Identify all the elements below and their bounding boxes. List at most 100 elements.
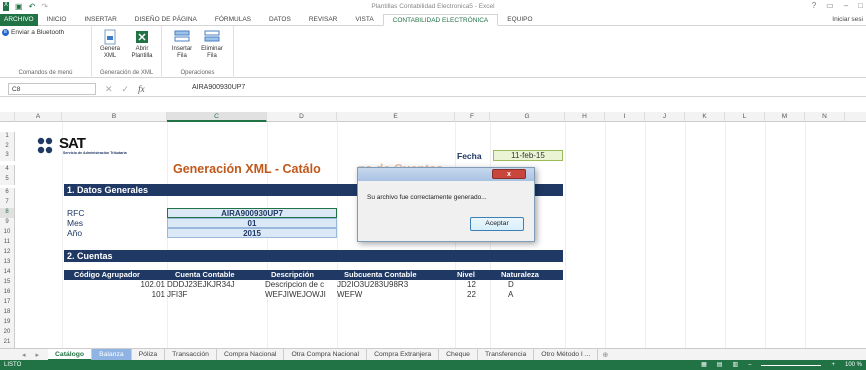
row-header[interactable]: 6 (0, 188, 15, 198)
rfc-value[interactable]: AIRA900930UP7 (167, 208, 337, 218)
add-sheet-icon[interactable]: ⊕ (602, 351, 608, 359)
window-controls: ? ▭ – □ (812, 1, 863, 10)
eliminar-fila-button[interactable]: Eliminar Fila (200, 29, 224, 60)
sheet-tab-compra-nacional[interactable]: Compra Nacional (217, 348, 285, 361)
bluetooth-button[interactable]: ʙ Enviar a Bluetooth (2, 29, 64, 36)
column-header[interactable]: M (765, 112, 805, 122)
tab-diseno[interactable]: DISEÑO DE PÁGINA (126, 14, 206, 26)
sheet-next-icon[interactable]: ▸ (36, 351, 40, 359)
row-header[interactable]: 11 (0, 238, 15, 248)
maximize-icon[interactable]: □ (858, 1, 863, 10)
row-header[interactable]: 1 (0, 132, 15, 142)
tab-revisar[interactable]: REVISAR (300, 14, 347, 26)
sheet-prev-icon[interactable]: ◂ (22, 351, 26, 359)
aceptar-button[interactable]: Aceptar (470, 217, 524, 231)
help-icon[interactable]: ? (812, 1, 816, 10)
dialog-close-button[interactable]: x (492, 169, 526, 179)
select-all-corner[interactable] (0, 112, 15, 122)
column-header[interactable]: A (15, 112, 62, 122)
cancel-icon[interactable]: ✕ (105, 84, 113, 95)
row-header[interactable]: 18 (0, 308, 15, 318)
row-header[interactable]: 14 (0, 268, 15, 278)
column-header[interactable]: H (565, 112, 605, 122)
table-cell-codigo[interactable]: 101 (135, 290, 165, 299)
zoom-slider[interactable] (761, 364, 822, 366)
zoom-out-icon[interactable]: – (748, 360, 751, 370)
formula-input[interactable]: AIRA900930UP7 (192, 84, 245, 91)
sheet-tab-otra-compra[interactable]: Otra Compra Nacional (284, 348, 368, 361)
zoom-level[interactable]: 100 % (845, 360, 862, 370)
sheet-tab-transferencia[interactable]: Transferencia (478, 348, 535, 361)
tab-insertar[interactable]: INSERTAR (76, 14, 126, 26)
row-header[interactable]: 10 (0, 228, 15, 238)
sheet-tab-balanza[interactable]: Balanza (92, 348, 132, 361)
table-cell-codigo[interactable]: 102.01 (135, 280, 165, 289)
column-header[interactable]: J (645, 112, 685, 122)
tab-contabilidad[interactable]: CONTABILIDAD ELECTRÓNICA (382, 13, 499, 26)
fecha-value[interactable]: 11-feb-15 (493, 150, 563, 161)
row-header[interactable]: 8 (0, 208, 15, 218)
row-header[interactable]: 5 (0, 175, 15, 185)
row-header[interactable]: 16 (0, 288, 15, 298)
row-header[interactable]: 13 (0, 258, 15, 268)
anio-value[interactable]: 2015 (167, 228, 337, 238)
row-header[interactable]: 9 (0, 218, 15, 228)
ribbon-display-icon[interactable]: ▭ (826, 1, 834, 10)
row-header[interactable]: 19 (0, 318, 15, 328)
tab-formulas[interactable]: FÓRMULAS (206, 14, 260, 26)
column-header[interactable]: K (685, 112, 725, 122)
row-header[interactable]: 21 (0, 338, 15, 348)
tab-datos[interactable]: DATOS (260, 14, 300, 26)
column-header[interactable]: F (455, 112, 490, 122)
column-header[interactable]: L (725, 112, 765, 122)
table-cell-cuenta[interactable]: DDDJ23EJKJR34J (167, 280, 235, 289)
tab-inicio[interactable]: INICIO (38, 14, 76, 26)
tab-equipo[interactable]: EQUIPO (498, 14, 541, 26)
zoom-in-icon[interactable]: + (831, 360, 835, 370)
table-cell-naturaleza[interactable]: D (508, 280, 514, 289)
sheet-tab-cheque[interactable]: Cheque (439, 348, 478, 361)
minimize-icon[interactable]: – (844, 1, 848, 10)
table-cell-cuenta[interactable]: JFI3F (167, 290, 187, 299)
page-layout-icon[interactable]: ▤ (717, 360, 723, 370)
sheet-tab-compra-extranjera[interactable]: Compra Extranjera (367, 348, 440, 361)
sheet-tab-otro-metodo[interactable]: Otro Método I ... (534, 348, 599, 361)
row-header[interactable]: 4 (0, 165, 15, 175)
sheet-tab-transaccion[interactable]: Transacción (165, 348, 217, 361)
table-cell-naturaleza[interactable]: A (508, 290, 513, 299)
column-header[interactable]: D (267, 112, 337, 122)
table-cell-descripcion[interactable]: WEFJIWEJOWJI (265, 290, 326, 299)
row-header[interactable]: 15 (0, 278, 15, 288)
table-cell-descripcion[interactable]: Descripcion de c (265, 280, 337, 289)
column-header[interactable]: B (62, 112, 167, 122)
table-cell-nivel[interactable]: 12 (467, 280, 476, 289)
table-cell-subcuenta[interactable]: WEFW (337, 290, 362, 299)
sign-in-link[interactable]: Iniciar sesi (832, 16, 866, 23)
row-header[interactable]: 3 (0, 151, 15, 161)
sheet-tab-catalogo[interactable]: Catálogo (48, 348, 93, 361)
fx-icon[interactable]: fx (138, 84, 145, 94)
column-header[interactable]: N (805, 112, 845, 122)
column-header[interactable]: I (605, 112, 645, 122)
abrir-plantilla-button[interactable]: Abrir Plantilla (130, 29, 154, 60)
insertar-fila-button[interactable]: Insertar Fila (170, 29, 194, 60)
table-cell-nivel[interactable]: 22 (467, 290, 476, 299)
mes-value[interactable]: 01 (167, 218, 337, 228)
column-header[interactable]: E (337, 112, 455, 122)
enter-icon[interactable]: ✓ (122, 84, 130, 95)
row-header[interactable]: 2 (0, 141, 15, 151)
row-header[interactable]: 20 (0, 328, 15, 338)
column-header[interactable]: G (490, 112, 565, 122)
sheet-tab-poliza[interactable]: Póliza (132, 348, 166, 361)
genera-xml-button[interactable]: Genera XML (98, 29, 122, 60)
row-header[interactable]: 12 (0, 248, 15, 258)
name-box[interactable]: C8 (8, 83, 96, 95)
column-header[interactable]: C (167, 112, 267, 122)
row-header[interactable]: 17 (0, 298, 15, 308)
tab-vista[interactable]: VISTA (346, 14, 382, 26)
page-break-icon[interactable]: ▥ (732, 360, 738, 370)
table-cell-subcuenta[interactable]: JD2IO3U283U98R3 (337, 280, 408, 289)
row-header[interactable]: 7 (0, 198, 15, 208)
normal-view-icon[interactable]: ▦ (701, 360, 707, 370)
tab-archivo[interactable]: ARCHIVO (0, 13, 38, 26)
